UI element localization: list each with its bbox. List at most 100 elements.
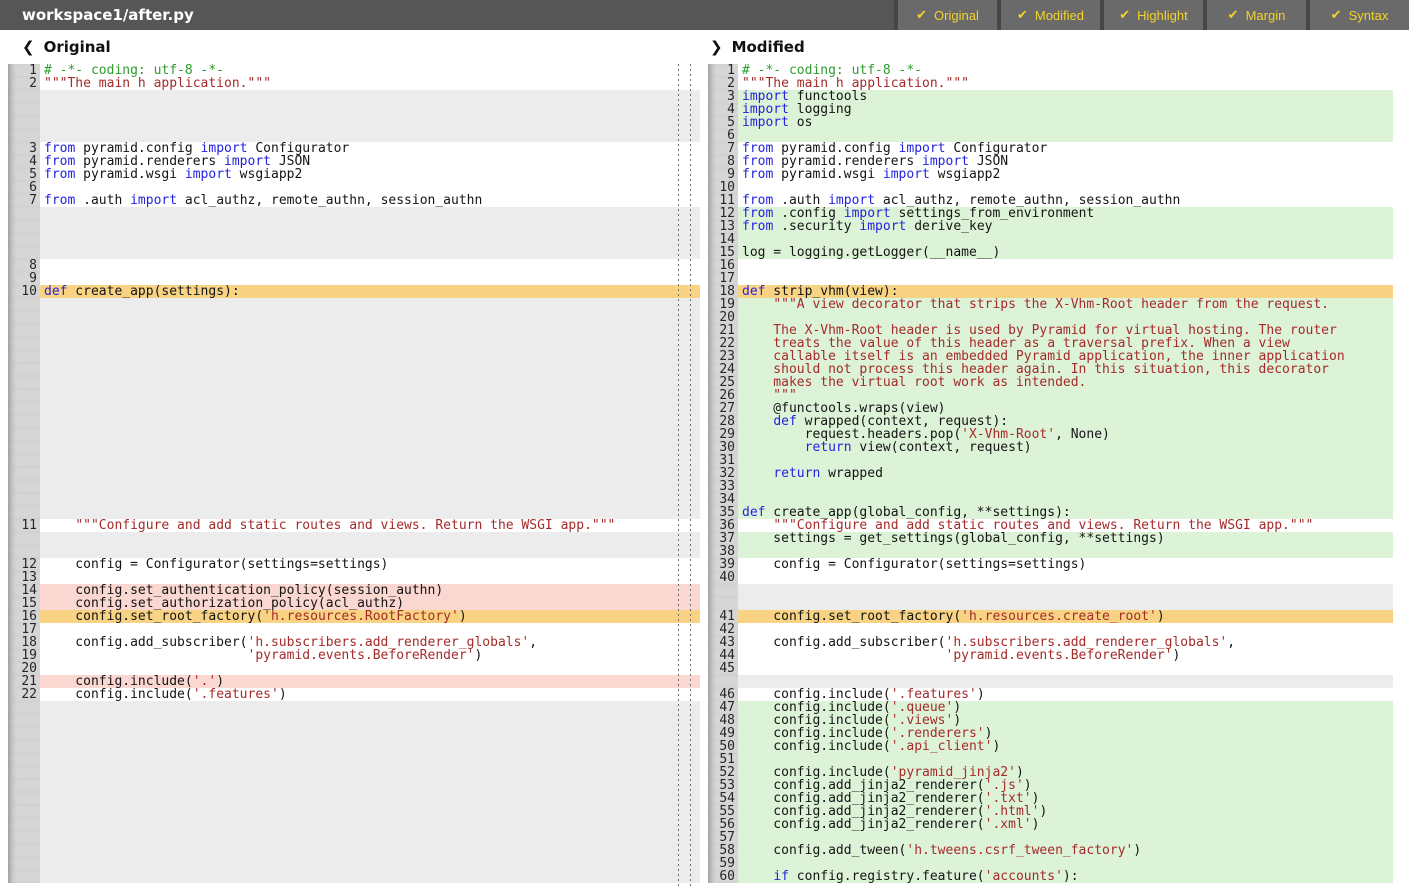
code-row: 53 config.add_jinja2_renderer('.js'): [700, 779, 1409, 792]
code-line: from pyramid.renderers import JSON: [738, 155, 1393, 168]
row-left-pad: [700, 727, 708, 740]
row-left-pad: [0, 558, 8, 571]
plain-token: ): [279, 688, 287, 701]
filler-block: [40, 376, 700, 389]
row-left-pad: [700, 688, 708, 701]
plain-token: ): [1172, 649, 1180, 662]
keyword-token: import: [844, 207, 891, 220]
code-row: 8from pyramid.renderers import JSON: [700, 155, 1409, 168]
pane-header-strip: ❮ Original ❯ Modified: [0, 30, 1409, 64]
row-left-pad: [700, 831, 708, 844]
filler-row: [0, 337, 700, 350]
toggle-syntax-label: Syntax: [1349, 8, 1389, 23]
filler-block: [40, 337, 700, 350]
row-left-pad: [0, 272, 8, 285]
filler-row: [0, 90, 700, 103]
filler-row: [0, 701, 700, 714]
row-left-pad: [700, 142, 708, 155]
row-left-pad: [700, 844, 708, 857]
code-row: 29 request.headers.pop('X-Vhm-Root', Non…: [700, 428, 1409, 441]
code-line: config = Configurator(settings=settings): [738, 558, 1393, 571]
code-row: 56 config.add_jinja2_renderer('.xml'): [700, 818, 1409, 831]
plain-token: config.add_tween(: [742, 844, 906, 857]
filler-row: [700, 584, 1409, 597]
code-row: 27 @functools.wraps(view): [700, 402, 1409, 415]
original-code-pane[interactable]: 1# -*- coding: utf-8 -*-2"""The main h a…: [0, 64, 700, 886]
code-line: [40, 571, 700, 584]
plain-token: config.set_root_factory(: [742, 610, 961, 623]
plain-token: Configurator: [248, 142, 350, 155]
line-number: [8, 480, 40, 493]
line-number: [8, 103, 40, 116]
plain-token: config.add_jinja2_renderer(: [742, 779, 985, 792]
keyword-token: from: [742, 220, 773, 233]
code-row: 34: [700, 493, 1409, 506]
code-line: config.add_jinja2_renderer('.xml'): [738, 818, 1393, 831]
toggle-modified-button[interactable]: ✔ Modified: [1001, 0, 1100, 30]
plain-token: ,: [1227, 636, 1235, 649]
filler-block: [40, 402, 700, 415]
plain-token: ): [459, 610, 467, 623]
code-row: 22 config.include('.features'): [0, 688, 700, 701]
row-left-pad: [700, 77, 708, 90]
row-left-pad: [0, 545, 8, 558]
row-left-pad: [700, 363, 708, 376]
row-left-pad: [700, 623, 708, 636]
plain-token: [742, 298, 773, 311]
toggle-syntax-button[interactable]: ✔ Syntax: [1310, 0, 1409, 30]
code-row: 35def create_app(global_config, **settin…: [700, 506, 1409, 519]
original-pane-label: Original: [44, 38, 111, 56]
row-left-pad: [700, 259, 708, 272]
row-left-pad: [0, 779, 8, 792]
row-left-pad: [700, 558, 708, 571]
string-token: """Configure and add static routes and v…: [75, 519, 615, 532]
line-number: [8, 467, 40, 480]
chevron-right-icon[interactable]: ❯: [710, 38, 723, 56]
string-token: """: [742, 389, 797, 402]
code-row: 30 return view(context, request): [700, 441, 1409, 454]
toggle-highlight-button[interactable]: ✔ Highlight: [1104, 0, 1203, 30]
toggle-margin-button[interactable]: ✔ Margin: [1207, 0, 1306, 30]
plain-token: config.include(: [742, 701, 891, 714]
code-row: 15log = logging.getLogger(__name__): [700, 246, 1409, 259]
filler-row: [0, 402, 700, 415]
row-left-pad: [0, 324, 8, 337]
code-line: """The main h application.""": [738, 77, 1393, 90]
string-token: '.views': [891, 714, 954, 727]
string-token: 'h.resources.RootFactory': [263, 610, 459, 623]
code-line: return view(context, request): [738, 441, 1393, 454]
filler-block: [40, 103, 700, 116]
plain-token: config = Configurator(settings=settings): [44, 558, 388, 571]
line-number: [8, 90, 40, 103]
filler-row: [0, 792, 700, 805]
line-number: [8, 779, 40, 792]
toggle-original-button[interactable]: ✔ Original: [898, 0, 997, 30]
keyword-token: import: [224, 155, 271, 168]
filler-block: [40, 870, 700, 883]
line-number: [8, 441, 40, 454]
modified-code-pane[interactable]: 1# -*- coding: utf-8 -*-2"""The main h a…: [700, 64, 1409, 886]
code-line: [40, 272, 700, 285]
filler-block: [40, 714, 700, 727]
code-line: config.set_root_factory('h.resources.Roo…: [40, 610, 700, 623]
code-row: 47 config.include('.queue'): [700, 701, 1409, 714]
code-row: 16: [700, 259, 1409, 272]
row-left-pad: [700, 870, 708, 883]
chevron-left-icon[interactable]: ❮: [22, 38, 35, 56]
toolbar: ✔ Original ✔ Modified ✔ Highlight ✔ Marg…: [894, 0, 1409, 30]
plain-token: config.add_jinja2_renderer(: [742, 818, 985, 831]
code-line: # -*- coding: utf-8 -*-: [738, 64, 1393, 77]
line-number: 2: [8, 77, 40, 90]
plain-token: config.include(: [742, 727, 891, 740]
code-line: makes the virtual root work as intended.: [738, 376, 1393, 389]
code-line: config.add_subscriber('h.subscribers.add…: [40, 636, 700, 649]
string-token: 'pyramid.events.BeforeRender': [946, 649, 1173, 662]
code-line: from pyramid.wsgi import wsgiapp2: [738, 168, 1393, 181]
code-line: [738, 480, 1393, 493]
filler-row: [0, 727, 700, 740]
filler-block: [40, 493, 700, 506]
row-left-pad: [0, 467, 8, 480]
row-left-pad: [700, 818, 708, 831]
string-token: '.txt': [985, 792, 1032, 805]
line-number: [8, 493, 40, 506]
